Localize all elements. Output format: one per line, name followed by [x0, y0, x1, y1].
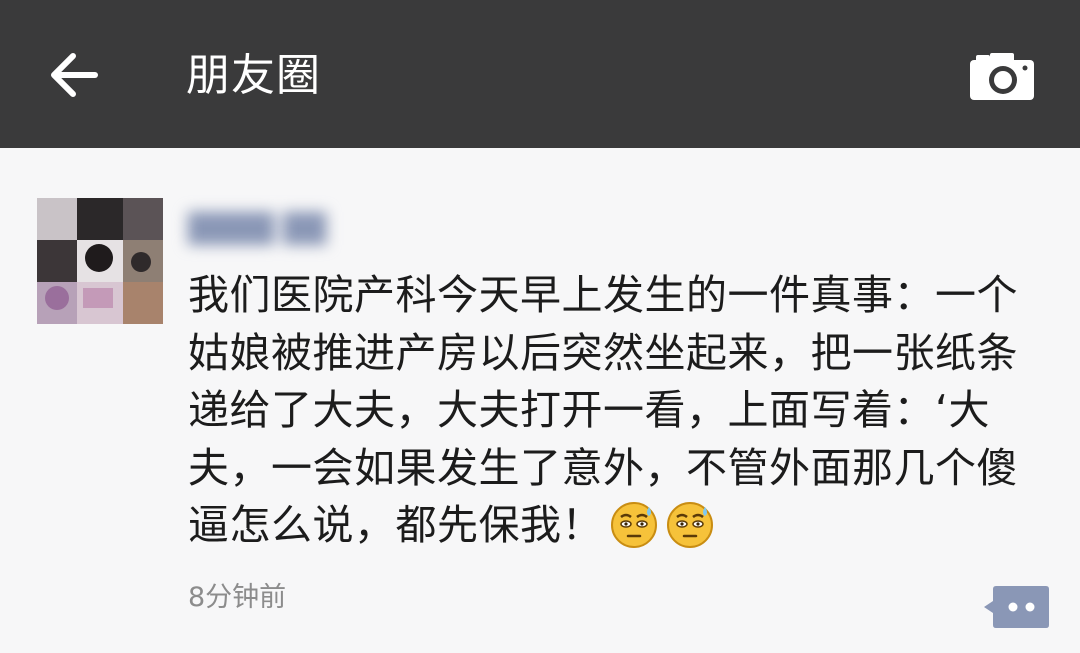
camera-icon: [970, 53, 1034, 100]
avatar[interactable]: [37, 198, 163, 324]
back-button[interactable]: [40, 44, 108, 106]
page-title: 朋友圈: [186, 50, 321, 101]
back-arrow-icon: [51, 53, 98, 97]
post-timestamp: 8分钟前: [188, 582, 287, 613]
post-body: 我们医院产科今天早上发生的一件真事：一个姑娘被推进产房以后突然坐起来，把一张纸条…: [188, 267, 1058, 555]
author-name[interactable]: ████ ██: [188, 206, 326, 252]
comment-button[interactable]: [982, 582, 1050, 632]
sweat-emoji-icon: [611, 502, 657, 548]
avatar-image: [37, 198, 163, 324]
camera-button[interactable]: [960, 44, 1044, 108]
post-text: 我们医院产科今天早上发生的一件真事：一个姑娘被推进产房以后突然坐起来，把一张纸条…: [188, 271, 1018, 549]
top-nav-bar: 朋友圈: [0, 0, 1080, 148]
comment-bubble-icon: [984, 586, 1049, 628]
sweat-emoji-icon: [667, 502, 713, 548]
